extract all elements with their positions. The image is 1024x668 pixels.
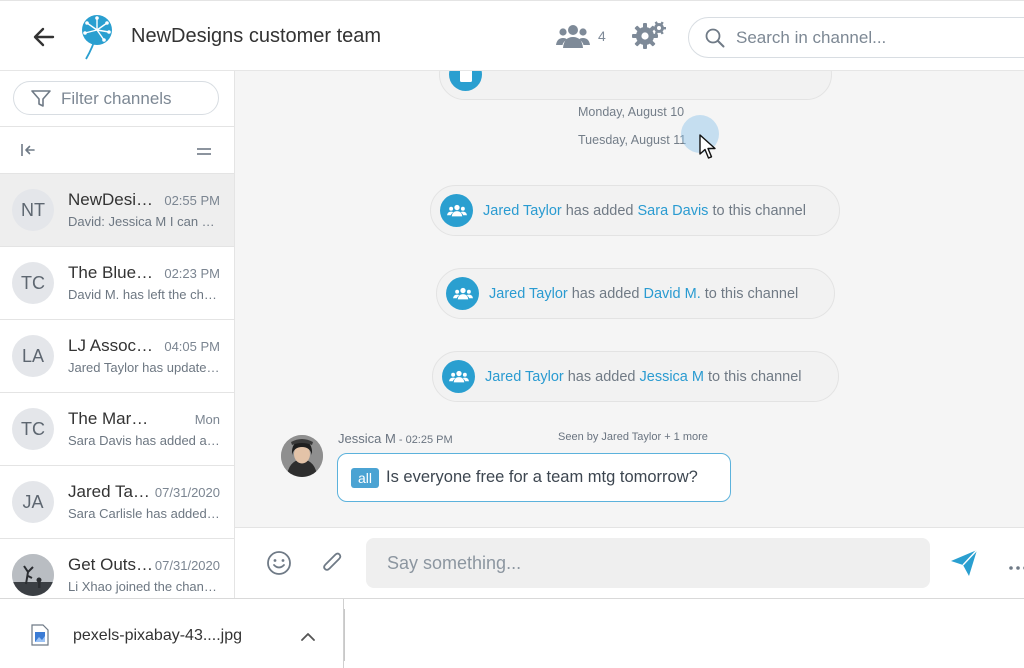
system-message: Jared Taylor has added Sara Davis to thi… bbox=[430, 185, 840, 236]
more-options-icon[interactable] bbox=[1008, 559, 1024, 577]
back-arrow-icon[interactable] bbox=[30, 23, 58, 51]
conversation-item[interactable]: TC The Market Team Mon Sara Davis has ad… bbox=[0, 392, 234, 465]
system-message-text: Jared Taylor has added David M. to this … bbox=[489, 285, 799, 302]
user-link[interactable]: Sara Davis bbox=[638, 203, 709, 219]
sidebar-toolbar bbox=[0, 126, 234, 173]
wiki-page-icon bbox=[449, 71, 482, 91]
message-time: - 02:25 PM bbox=[395, 434, 453, 446]
conversation-avatar: TC bbox=[12, 408, 54, 450]
conversation-name: The Blue Team bbox=[68, 263, 154, 282]
conversation-name: The Market Team bbox=[68, 409, 154, 428]
settings-gear-icon[interactable] bbox=[632, 20, 666, 52]
user-link[interactable]: Jared Taylor bbox=[489, 286, 568, 302]
members-group-icon bbox=[440, 194, 473, 227]
conversation-item[interactable]: LA LJ Associates 04:05 PM Jared Taylor h… bbox=[0, 319, 234, 392]
filter-channels-box[interactable] bbox=[13, 81, 219, 115]
chevron-up-icon[interactable] bbox=[300, 629, 316, 647]
channel-title: NewDesigns customer team bbox=[131, 25, 382, 47]
conversation-preview: Sara Carlisle has added a member bbox=[68, 506, 220, 521]
conversation-item[interactable]: TC The Blue Team 02:23 PM David M. has l… bbox=[0, 246, 234, 319]
channel-search-box[interactable] bbox=[688, 17, 1024, 58]
conversation-name: Jared Taylor bbox=[68, 482, 154, 501]
conversation-preview: David: Jessica M I can make it bbox=[68, 214, 220, 229]
message-author-avatar[interactable] bbox=[281, 435, 323, 477]
channel-header: NewDesigns customer team 4 bbox=[0, 0, 1024, 71]
search-icon bbox=[705, 28, 725, 48]
date-separator: Tuesday, August 11 bbox=[578, 133, 687, 147]
paperclip-icon[interactable] bbox=[319, 549, 345, 582]
send-paper-plane-icon[interactable] bbox=[949, 548, 979, 583]
conversation-avatar: NT bbox=[12, 189, 54, 231]
channel-sidebar: NT NewDesigns customer team 02:55 PM Dav… bbox=[0, 71, 235, 598]
filter-funnel-icon bbox=[31, 90, 51, 107]
members-group-icon bbox=[556, 25, 590, 48]
app-window: NewDesigns customer team 4 Search in cha… bbox=[0, 0, 1024, 668]
system-message-partial bbox=[439, 71, 832, 100]
message-input[interactable] bbox=[366, 538, 930, 588]
user-link[interactable]: Jared Taylor bbox=[483, 203, 562, 219]
message-author[interactable]: Jessica M bbox=[338, 431, 396, 446]
members-button[interactable]: 4 bbox=[556, 23, 606, 49]
conversation-preview: Li Xhao joined the channel bbox=[68, 579, 220, 594]
conversation-time: 02:55 PM bbox=[164, 193, 220, 208]
channel-search-input[interactable] bbox=[736, 26, 1024, 50]
conversation-preview: David M. has left the channel bbox=[68, 287, 220, 302]
conversation-time: 07/31/2020 bbox=[154, 558, 220, 573]
conversation-avatar: LA bbox=[12, 335, 54, 377]
message-meta: Jessica M - 02:25 PM bbox=[338, 431, 453, 446]
message-text: Is everyone free for a team mtg tomorrow… bbox=[386, 468, 698, 486]
mouse-pointer-icon bbox=[699, 134, 717, 165]
seen-by-indicator[interactable]: Seen by Jared Taylor + 1 more bbox=[558, 431, 708, 443]
system-message-text: Jared Taylor has added Sara Davis to thi… bbox=[483, 202, 806, 219]
system-message: Jared Taylor has added David M. to this … bbox=[436, 268, 835, 319]
members-group-icon bbox=[442, 360, 475, 393]
user-link[interactable]: David M. bbox=[644, 286, 701, 302]
emoji-smiley-icon[interactable] bbox=[266, 550, 292, 581]
conversation-avatar: JA bbox=[12, 481, 54, 523]
member-count: 4 bbox=[598, 28, 606, 44]
message-bubble[interactable]: all Is everyone free for a team mtg tomo… bbox=[337, 453, 731, 502]
conversation-time: Mon bbox=[194, 412, 220, 427]
filter-channels-input[interactable] bbox=[61, 89, 181, 109]
system-message-text: Jared Taylor has added Jessica M to this… bbox=[485, 368, 802, 385]
user-link[interactable]: Jessica M bbox=[640, 369, 704, 385]
conversation-name: NewDesigns customer team bbox=[68, 190, 154, 209]
system-message: Jared Taylor has added Jessica M to this… bbox=[432, 351, 839, 402]
conversation-list: NT NewDesigns customer team 02:55 PM Dav… bbox=[0, 173, 234, 598]
download-divider bbox=[344, 609, 345, 661]
conversation-avatar: TC bbox=[12, 262, 54, 304]
conversation-time: 07/31/2020 bbox=[154, 485, 220, 500]
date-separator: Monday, August 10 bbox=[578, 105, 685, 119]
download-item[interactable]: pexels-pixabay-43....jpg bbox=[0, 599, 344, 668]
conversation-name: LJ Associates bbox=[68, 336, 154, 355]
conversation-photo-avatar bbox=[12, 554, 54, 596]
browser-download-bar: pexels-pixabay-43....jpg bbox=[0, 598, 1024, 668]
conversation-time: 04:05 PM bbox=[164, 339, 220, 354]
message-composer bbox=[235, 527, 1024, 598]
user-link[interactable]: Jared Taylor bbox=[485, 369, 564, 385]
conversation-name: Get Outside bbox=[68, 555, 154, 574]
conversation-item[interactable]: JA Jared Taylor 07/31/2020 Sara Carlisle… bbox=[0, 465, 234, 538]
conversation-item[interactable]: NT NewDesigns customer team 02:55 PM Dav… bbox=[0, 173, 234, 246]
image-file-icon bbox=[31, 624, 49, 651]
download-file-name: pexels-pixabay-43....jpg bbox=[73, 627, 242, 644]
members-group-icon bbox=[446, 277, 479, 310]
hamburger-menu-icon[interactable] bbox=[196, 144, 212, 162]
conversation-item[interactable]: Get Outside 07/31/2020 Li Xhao joined th… bbox=[0, 538, 234, 598]
conversation-time: 02:23 PM bbox=[164, 266, 220, 281]
mention-badge[interactable]: all bbox=[351, 467, 380, 488]
conversation-preview: Jared Taylor has updated the wiki bbox=[68, 360, 220, 375]
conversation-preview: Sara Davis has added a member bbox=[68, 433, 220, 448]
dandelion-logo-icon bbox=[79, 13, 115, 61]
message-area[interactable]: Monday, August 10 Tuesday, August 11 Jar… bbox=[235, 71, 1024, 527]
collapse-sidebar-icon[interactable] bbox=[20, 142, 36, 163]
